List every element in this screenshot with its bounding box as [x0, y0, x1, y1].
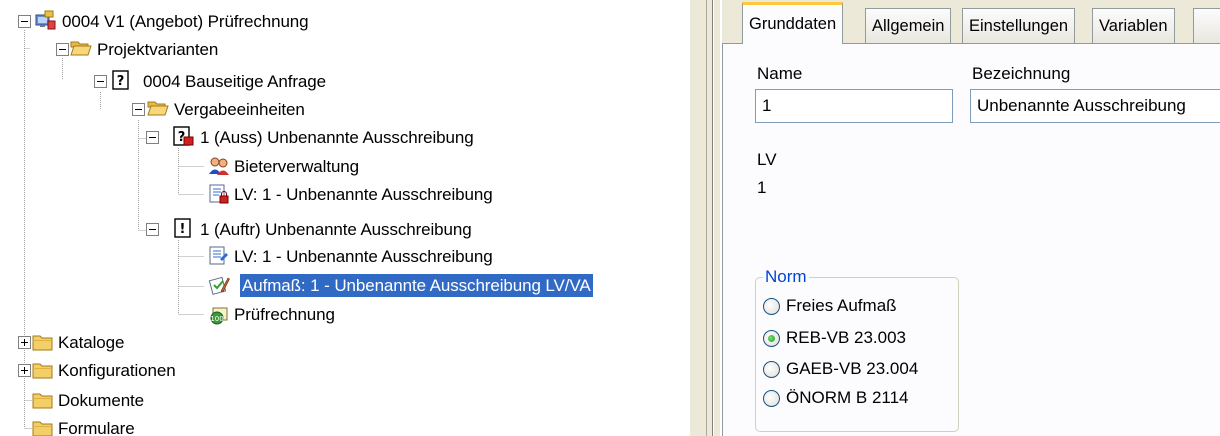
- radio-label: REB-VB 23.003: [786, 328, 907, 347]
- radio-gaeb-vb[interactable]: GAEB-VB 23.004: [763, 357, 918, 381]
- vergabeeinheiten-collapse-toggle[interactable]: [132, 103, 145, 116]
- tab-variablen[interactable]: Variablen: [1092, 8, 1175, 44]
- tree-node-projektvarianten[interactable]: Projektvarianten: [95, 38, 220, 61]
- svg-text:?: ?: [117, 74, 125, 89]
- svg-text:!: !: [180, 222, 186, 237]
- folder-closed-icon: [32, 421, 53, 436]
- konfigurationen-expand-toggle[interactable]: [18, 364, 31, 377]
- tree-node-root[interactable]: 0004 V1 (Angebot) Prüfrechnung: [60, 10, 311, 33]
- project-tree[interactable]: 0004 V1 (Angebot) Prüfrechnung Projektva…: [0, 0, 690, 436]
- radio-freies-aufmass[interactable]: Freies Aufmaß: [763, 294, 897, 318]
- application-window: 0004 V1 (Angebot) Prüfrechnung Projektva…: [0, 0, 1220, 436]
- tab-einstellungen[interactable]: Einstellungen: [962, 8, 1076, 44]
- norm-legend: Norm: [763, 267, 809, 287]
- tree-node-pruefrechnung[interactable]: Prüfrechnung: [232, 303, 337, 326]
- auftr-collapse-toggle[interactable]: [146, 223, 159, 236]
- tree-node-auss[interactable]: 1 (Auss) Unbenannte Ausschreibung: [198, 126, 476, 149]
- folder-open-icon: [70, 41, 92, 56]
- radio-label: ÖNORM B 2114: [786, 388, 909, 407]
- tab-grunddaten[interactable]: Grunddaten: [742, 2, 844, 44]
- tree-node-aufmass[interactable]: Aufmaß: 1 - Unbenannte Ausschreibung LV/…: [240, 274, 593, 297]
- tree-node-lv-auftr[interactable]: LV: 1 - Unbenannte Ausschreibung: [232, 245, 495, 268]
- folder-closed-icon: [32, 363, 53, 379]
- tree-node-dokumente[interactable]: Dokumente: [56, 389, 146, 412]
- tree-node-konfigurationen[interactable]: Konfigurationen: [56, 359, 178, 382]
- svg-text:100: 100: [210, 315, 223, 323]
- tree-node-anfrage[interactable]: 0004 Bauseitige Anfrage: [141, 70, 328, 93]
- splitter-line: [706, 0, 707, 436]
- kataloge-expand-toggle[interactable]: [18, 336, 31, 349]
- lv-value: 1: [757, 178, 767, 197]
- project-computer-icon: [35, 10, 56, 30]
- splitter-highlight: [713, 0, 714, 436]
- lv-doc-icon: [209, 246, 228, 265]
- panel-splitter[interactable]: [690, 0, 720, 436]
- lv-label: LV: [757, 150, 777, 169]
- tab-allgemein[interactable]: Allgemein: [865, 8, 952, 44]
- folder-open-icon: [147, 101, 169, 116]
- radio-oenorm[interactable]: ÖNORM B 2114: [763, 386, 909, 410]
- tree-node-auftr[interactable]: 1 (Auftr) Unbenannte Ausschreibung: [198, 218, 474, 241]
- order-doc-icon: !: [174, 218, 191, 238]
- tree-node-bieterverwaltung[interactable]: Bieterverwaltung: [232, 155, 361, 178]
- question-doc-icon: ?: [112, 70, 129, 90]
- radio-button[interactable]: [763, 389, 780, 407]
- radio-button[interactable]: [763, 297, 780, 315]
- radio-button[interactable]: [763, 360, 780, 378]
- tab-overflow[interactable]: [1193, 8, 1220, 44]
- tab-page-grunddaten: Name Bezeichnung LV 1 Norm Freies Aufmaß…: [722, 44, 1220, 436]
- folder-closed-icon: [32, 393, 53, 409]
- anfrage-collapse-toggle[interactable]: [94, 75, 107, 88]
- invoice-check-icon: 100: [210, 307, 228, 325]
- bidders-icon: [209, 157, 229, 175]
- root-collapse-toggle[interactable]: [18, 15, 31, 28]
- radio-label: Freies Aufmaß: [786, 296, 897, 315]
- bezeichnung-label: Bezeichnung: [972, 64, 1071, 83]
- properties-panel: Grunddaten Allgemein Einstellungen Varia…: [722, 0, 1220, 436]
- name-field[interactable]: [755, 89, 953, 123]
- measurement-icon: [208, 276, 230, 295]
- lv-doc-locked-icon: [209, 184, 229, 204]
- tab-bar: Grunddaten Allgemein Einstellungen Varia…: [722, 0, 1220, 46]
- tree-node-kataloge[interactable]: Kataloge: [56, 331, 126, 354]
- auss-collapse-toggle[interactable]: [146, 131, 159, 144]
- name-label: Name: [757, 64, 803, 83]
- tree-node-vergabeeinheiten[interactable]: Vergabeeinheiten: [172, 98, 307, 121]
- tree-node-formulare[interactable]: Formulare: [56, 417, 137, 436]
- folder-closed-icon: [32, 335, 53, 351]
- bezeichnung-field[interactable]: [970, 89, 1220, 123]
- radio-label: GAEB-VB 23.004: [786, 359, 919, 378]
- projektvarianten-collapse-toggle[interactable]: [56, 43, 69, 56]
- radio-reb-vb[interactable]: REB-VB 23.003: [763, 326, 906, 350]
- radio-button-checked[interactable]: [763, 329, 780, 347]
- tender-doc-icon: ?: [173, 126, 194, 146]
- tree-node-lv-auss[interactable]: LV: 1 - Unbenannte Ausschreibung: [232, 183, 495, 206]
